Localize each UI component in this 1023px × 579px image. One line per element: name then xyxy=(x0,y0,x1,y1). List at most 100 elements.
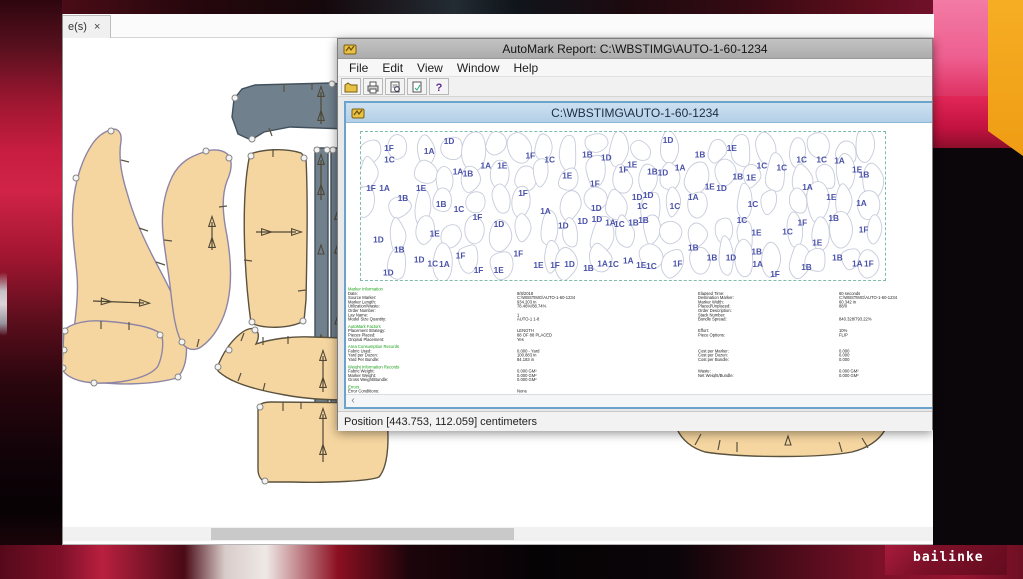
background-photo-top xyxy=(62,0,933,14)
menu-edit[interactable]: Edit xyxy=(375,61,410,75)
piece-label: 1B xyxy=(398,193,409,203)
piece-label: 1D xyxy=(726,252,737,262)
piece-label: 1A xyxy=(379,183,390,193)
marker-document-window: C:\WBSTIMG\AUTO-1-60-1234 1D1F1A1C1F1B1D… xyxy=(344,101,932,409)
background-photo-left xyxy=(0,0,62,579)
nested-piece-outline xyxy=(486,132,507,155)
print-preview-icon xyxy=(388,80,402,94)
piece-label: 1C xyxy=(670,201,681,211)
piece-label: 1E xyxy=(727,143,738,153)
piece-label: 1F xyxy=(514,248,524,258)
app-icon xyxy=(351,107,365,119)
piece-yoke[interactable] xyxy=(215,327,346,400)
report-row: Model Size Quantity:AUTO-1 1-8Bundle Spr… xyxy=(348,317,932,321)
piece-label: 1F xyxy=(864,258,874,268)
piece-label: 1D xyxy=(494,219,505,229)
piece-label: 1C xyxy=(777,163,788,173)
piece-label: 1A xyxy=(752,259,763,269)
nested-piece-outline xyxy=(630,140,650,160)
tab-bar: e(s) × xyxy=(63,14,934,38)
nested-piece-outline xyxy=(466,192,485,213)
piece-label: 1C xyxy=(608,259,619,269)
piece-label: 1D xyxy=(577,216,588,226)
tab-close-icon[interactable]: × xyxy=(94,22,100,33)
piece-label: 1B xyxy=(859,170,870,180)
piece-label: 1F xyxy=(526,151,536,161)
piece-label: 1A xyxy=(675,163,686,173)
piece-label: 1F xyxy=(673,258,683,268)
background-photo-bottom xyxy=(0,545,1023,579)
report-row: Yard Per Bundle:84.183 inCost per Bundle… xyxy=(348,357,932,361)
marker-document-titlebar[interactable]: C:\WBSTIMG\AUTO-1-60-1234 xyxy=(346,103,932,123)
properties-icon xyxy=(410,80,424,94)
report-row: Error Conditions:None xyxy=(348,389,932,393)
piece-label: 1F xyxy=(770,269,780,279)
marker-canvas[interactable]: 1D1F1A1C1F1B1D1C1A1B1A1E1E1F1E1F1A1E1F1F… xyxy=(361,132,885,280)
piece-panel-right[interactable] xyxy=(244,149,307,327)
piece-label: 1F xyxy=(798,218,808,228)
app-icon xyxy=(343,43,357,55)
piece-label: 1D xyxy=(591,203,602,213)
piece-label: 1E xyxy=(533,260,544,270)
piece-label: 1B xyxy=(463,168,474,178)
document-tab[interactable]: e(s) × xyxy=(63,15,111,38)
piece-label: 1E xyxy=(497,161,508,171)
print-button[interactable] xyxy=(363,78,383,95)
piece-label: 1E xyxy=(746,172,757,182)
nested-piece-outline xyxy=(559,135,575,171)
piece-label: 1D xyxy=(564,259,575,269)
menu-help[interactable]: Help xyxy=(507,61,546,75)
background-orange-bar xyxy=(988,0,1023,156)
piece-label: 1D xyxy=(658,167,669,177)
nested-piece-outline xyxy=(515,214,531,242)
menu-view[interactable]: View xyxy=(410,61,450,75)
piece-label: 1A xyxy=(424,146,435,156)
piece-label: 1B xyxy=(801,262,812,272)
piece-label: 1F xyxy=(456,250,466,260)
piece-label: 1B xyxy=(582,150,593,160)
properties-button[interactable] xyxy=(407,78,427,95)
piece-label: 1A xyxy=(540,206,551,216)
status-bar: Position [443.753, 112.059] centimeters xyxy=(338,411,932,431)
help-icon: ? xyxy=(432,80,446,94)
piece-label: 1F xyxy=(619,164,629,174)
nested-piece-outline xyxy=(761,190,777,215)
piece-label: 1B xyxy=(638,215,649,225)
scrollbar-thumb[interactable] xyxy=(211,528,514,540)
menu-file[interactable]: File xyxy=(342,61,375,75)
marker-horizontal-scrollbar[interactable]: ‹ xyxy=(346,394,932,407)
piece-label: 1D xyxy=(643,190,654,200)
piece-label: 1D xyxy=(414,254,425,264)
nested-piece-outline xyxy=(856,132,875,162)
canvas-horizontal-scrollbar[interactable] xyxy=(63,527,933,541)
piece-gray-slab[interactable] xyxy=(232,81,349,142)
piece-label: 1E xyxy=(416,183,427,193)
menu-bar: File Edit View Window Help xyxy=(338,59,932,77)
marker-document-title: C:\WBSTIMG\AUTO-1-60-1234 xyxy=(346,106,924,120)
piece-label: 1C xyxy=(646,261,657,271)
piece-label: 1C xyxy=(454,204,465,214)
piece-label: 1F xyxy=(518,188,528,198)
piece-label: 1A xyxy=(597,258,608,268)
piece-label: 1A xyxy=(852,258,863,268)
marker-area[interactable]: 1D1F1A1C1F1B1D1C1A1B1A1E1E1F1E1F1A1E1F1F… xyxy=(360,131,886,281)
piece-label: 1D xyxy=(373,235,384,245)
report-titlebar[interactable]: AutoMark Report: C:\WBSTIMG\AUTO-1-60-12… xyxy=(338,39,932,59)
piece-label: 1D xyxy=(601,153,612,163)
piece-label: 1E xyxy=(705,181,716,191)
report-text: Marker InformationDate:8/8/2018Elapsed T… xyxy=(348,287,932,394)
marker-document-body: 1D1F1A1C1F1B1D1C1A1B1A1E1E1F1E1F1A1E1F1F… xyxy=(346,123,932,407)
piece-label: 1D xyxy=(444,136,455,146)
piece-label: 1A xyxy=(802,182,813,192)
open-report-button[interactable] xyxy=(341,78,361,95)
help-button[interactable]: ? xyxy=(429,78,449,95)
svg-text:?: ? xyxy=(436,82,443,94)
menu-window[interactable]: Window xyxy=(450,61,507,75)
piece-label: 1F xyxy=(474,265,484,275)
piece-label: 1F xyxy=(590,178,600,188)
piece-label: 1B xyxy=(647,167,658,177)
piece-label: 1B xyxy=(707,252,718,262)
piece-boat[interactable] xyxy=(677,427,885,457)
scroll-left-arrow[interactable]: ‹ xyxy=(346,395,360,407)
print-preview-button[interactable] xyxy=(385,78,405,95)
